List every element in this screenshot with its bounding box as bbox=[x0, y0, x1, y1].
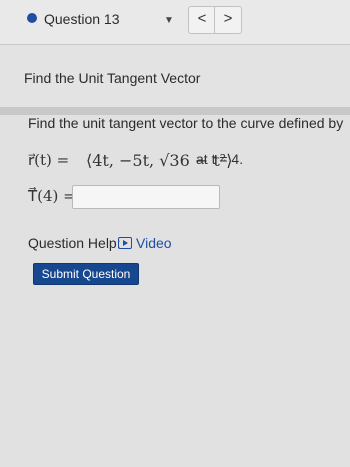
answer-row: T⃗(4) = bbox=[28, 187, 76, 213]
video-link-label: Video bbox=[136, 235, 172, 251]
question-title[interactable]: Question 13 bbox=[44, 11, 120, 27]
next-question-button[interactable]: > bbox=[214, 6, 242, 34]
equation-lhs: r⃗(t) = bbox=[28, 151, 70, 169]
problem-prompt: Find the unit tangent vector to the curv… bbox=[28, 115, 344, 131]
question-nav-bar: Question 13 ▼ < > bbox=[0, 0, 350, 45]
dropdown-caret-icon[interactable]: ▼ bbox=[164, 15, 174, 26]
submit-question-button[interactable]: Submit Question bbox=[33, 263, 139, 285]
section-divider bbox=[0, 107, 350, 115]
video-help-link[interactable]: Video bbox=[118, 235, 172, 251]
question-body: Find the unit tangent vector to the curv… bbox=[0, 115, 350, 467]
previous-question-button[interactable]: < bbox=[188, 6, 216, 34]
question-help-label: Question Help: bbox=[28, 235, 121, 251]
status-dot-icon bbox=[27, 13, 37, 23]
answer-label: T⃗(4) = bbox=[28, 187, 76, 205]
question-header: Find the Unit Tangent Vector bbox=[0, 45, 350, 107]
answer-input[interactable] bbox=[72, 185, 220, 209]
question-heading: Find the Unit Tangent Vector bbox=[24, 70, 201, 86]
equation-suffix: at t = 4. bbox=[196, 151, 244, 167]
video-icon bbox=[118, 237, 132, 249]
